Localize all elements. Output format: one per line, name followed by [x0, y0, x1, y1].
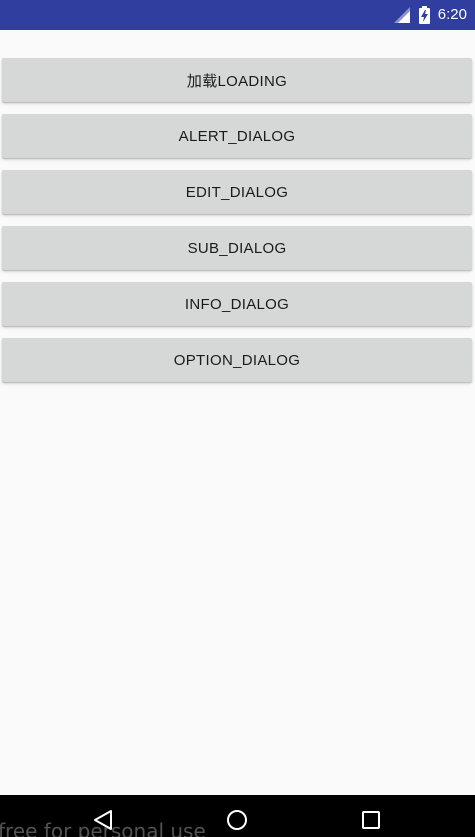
info-dialog-button[interactable]: INFO_DIALOG — [2, 282, 472, 326]
alert-dialog-button[interactable]: ALERT_DIALOG — [2, 114, 472, 158]
option-dialog-button[interactable]: OPTION_DIALOG — [2, 338, 472, 382]
app-screen: 6:20 加载LOADING ALERT_DIALOG EDIT_DIALOG … — [0, 0, 475, 837]
button-list: 加载LOADING ALERT_DIALOG EDIT_DIALOG SUB_D… — [2, 58, 472, 394]
status-icons: 6:20 — [393, 0, 467, 30]
status-bar: 6:20 — [0, 0, 475, 30]
edit-dialog-button[interactable]: EDIT_DIALOG — [2, 170, 472, 214]
loading-button[interactable]: 加载LOADING — [2, 58, 472, 102]
recents-icon[interactable] — [359, 808, 383, 832]
status-time: 6:20 — [437, 6, 467, 23]
signal-icon — [393, 7, 410, 23]
sub-dialog-button[interactable]: SUB_DIALOG — [2, 226, 472, 270]
home-icon[interactable] — [225, 808, 249, 832]
battery-charging-icon — [418, 6, 430, 24]
back-icon[interactable] — [91, 808, 115, 832]
navigation-bar: free for personal use — [0, 795, 475, 837]
